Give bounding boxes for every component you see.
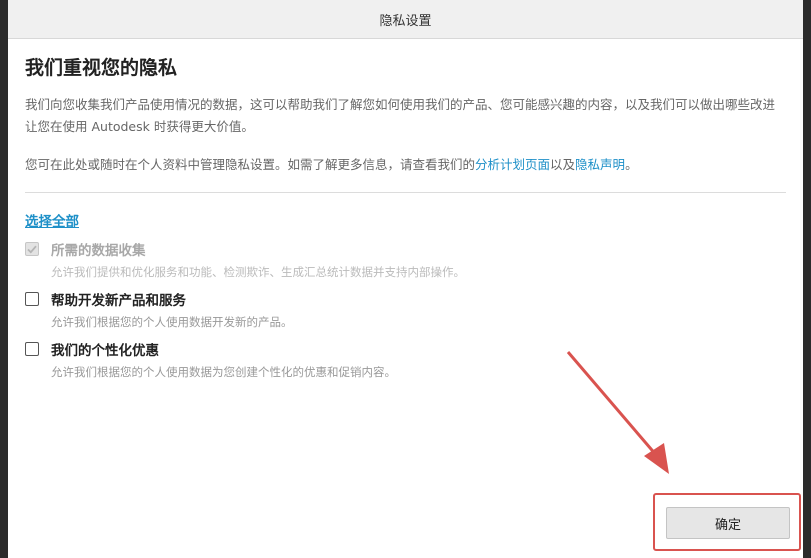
manage-settings-paragraph: 您可在此处或随时在个人资料中管理隐私设置。如需了解更多信息，请查看我们的分析计划… (25, 154, 786, 176)
dialog-content: 我们重视您的隐私 我们向您收集我们产品使用情况的数据，这可以帮助我们了解您如何使… (8, 56, 803, 380)
required-data-checkbox (25, 242, 39, 256)
option-description: 允许我们根据您的个人使用数据为您创建个性化的优惠和促销内容。 (51, 365, 396, 379)
select-all-link[interactable]: 选择全部 (25, 210, 79, 230)
option-title: 所需的数据收集 (51, 243, 146, 259)
divider (25, 192, 786, 193)
page-title: 我们重视您的隐私 (25, 57, 178, 79)
privacy-statement-link[interactable]: 隐私声明 (575, 157, 625, 172)
option-required-data: 所需的数据收集 允许我们提供和优化服务和功能、检测欺诈、生成汇总统计数据并支持内… (25, 238, 786, 280)
privacy-settings-dialog: 隐私设置 我们重视您的隐私 我们向您收集我们产品使用情况的数据，这可以帮助我们了… (8, 0, 803, 558)
option-title[interactable]: 帮助开发新产品和服务 (51, 289, 186, 309)
checkmark-icon (27, 245, 37, 254)
develop-products-checkbox[interactable] (25, 292, 39, 306)
option-develop-products: 帮助开发新产品和服务 允许我们根据您的个人使用数据开发新的产品。 (25, 288, 786, 330)
paragraph-text: 。 (625, 157, 638, 172)
option-personalized-offers: 我们的个性化优惠 允许我们根据您的个人使用数据为您创建个性化的优惠和促销内容。 (25, 338, 786, 380)
intro-paragraph: 我们向您收集我们产品使用情况的数据，这可以帮助我们了解您如何使用我们的产品、您可… (25, 97, 776, 134)
option-description: 允许我们根据您的个人使用数据开发新的产品。 (51, 315, 293, 329)
option-title[interactable]: 我们的个性化优惠 (51, 339, 159, 359)
window-titlebar: 隐私设置 (8, 0, 803, 39)
personalized-offers-checkbox[interactable] (25, 342, 39, 356)
analytics-program-link[interactable]: 分析计划页面 (475, 157, 550, 172)
ok-button[interactable]: 确定 (666, 507, 790, 539)
window-title: 隐私设置 (379, 13, 432, 29)
paragraph-text: 以及 (550, 157, 576, 172)
paragraph-text: 您可在此处或随时在个人资料中管理隐私设置。如需了解更多信息，请查看我们的 (25, 157, 476, 172)
option-description: 允许我们提供和优化服务和功能、检测欺诈、生成汇总统计数据并支持内部操作。 (51, 265, 465, 279)
